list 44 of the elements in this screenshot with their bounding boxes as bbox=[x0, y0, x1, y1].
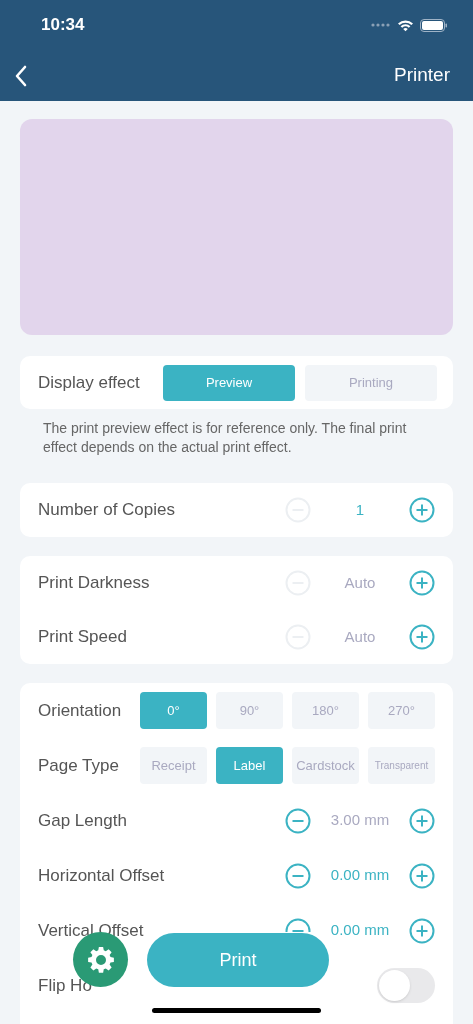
stepper-value: 0.00 mm bbox=[329, 865, 391, 886]
settings-icon bbox=[85, 944, 116, 975]
setting-label: Orientation bbox=[38, 699, 122, 722]
setting-label: Print Darkness bbox=[38, 572, 150, 595]
plus-icon[interactable] bbox=[409, 624, 435, 650]
segment-option[interactable]: 180° bbox=[292, 692, 359, 729]
plus-icon[interactable] bbox=[409, 570, 435, 596]
print-button[interactable]: Print bbox=[147, 933, 329, 987]
plus-icon[interactable] bbox=[409, 862, 435, 889]
segment-option[interactable]: 0° bbox=[140, 692, 207, 729]
segment-option[interactable]: Transparent bbox=[368, 747, 435, 784]
display-option[interactable]: Preview bbox=[163, 364, 295, 401]
stepper-value: Auto bbox=[343, 572, 377, 593]
page-title: Printer bbox=[394, 63, 450, 88]
plus-icon[interactable] bbox=[409, 497, 435, 523]
setting-label: Print Speed bbox=[38, 626, 127, 649]
segment-option[interactable]: Receipt bbox=[140, 747, 207, 784]
minus-icon[interactable] bbox=[285, 807, 311, 834]
segment-option[interactable]: 270° bbox=[368, 692, 435, 729]
status-time: 10:34 bbox=[41, 14, 85, 37]
setting-label: Display effect bbox=[38, 371, 140, 394]
setting-label: Horizontal Offset bbox=[38, 864, 165, 887]
preview-note: The print preview effect is for reference only. The final print effect depends on the actual print effect. bbox=[42, 419, 408, 457]
wifi-icon bbox=[397, 18, 414, 32]
setting-label: Page Type bbox=[38, 754, 119, 777]
segment-option[interactable]: 90° bbox=[216, 692, 283, 729]
back-icon[interactable] bbox=[14, 64, 28, 87]
setting-label: Number of Copies bbox=[38, 499, 175, 522]
stepper-value: 1 bbox=[354, 499, 366, 520]
minus-icon[interactable] bbox=[285, 917, 311, 932]
stepper-value: Auto bbox=[343, 626, 377, 647]
setting-label: Gap Length bbox=[38, 809, 127, 832]
display-option[interactable]: Printing bbox=[305, 364, 437, 401]
signal-icon bbox=[371, 23, 391, 27]
stepper-value: 0.00 mm bbox=[329, 920, 391, 941]
minus-icon[interactable] bbox=[285, 862, 311, 889]
stepper-value: 3.00 mm bbox=[329, 810, 391, 831]
setting-label: Flip Ho bbox=[38, 974, 92, 997]
segment-option[interactable]: Label bbox=[216, 747, 283, 784]
battery-icon bbox=[420, 18, 448, 32]
plus-icon[interactable] bbox=[409, 917, 435, 944]
plus-icon[interactable] bbox=[409, 807, 435, 834]
toggle-switch[interactable] bbox=[377, 968, 435, 1003]
segment-option[interactable]: Cardstock bbox=[292, 747, 359, 784]
